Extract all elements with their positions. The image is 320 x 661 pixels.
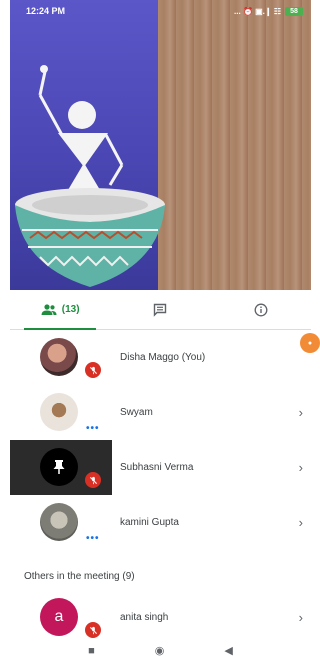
participant-row[interactable]: Subhasni Verma › — [10, 440, 311, 495]
chat-icon — [154, 303, 167, 317]
avatar: a — [40, 598, 78, 636]
participant-name: kamini Gupta — [120, 517, 179, 528]
video-door — [158, 0, 311, 290]
participant-row[interactable]: Disha Maggo (You) — [10, 330, 311, 385]
speaking-indicator: ••• — [86, 533, 100, 544]
self-video-preview — [10, 0, 311, 290]
system-nav-bar: ■ ◉ ◀ — [10, 640, 311, 661]
back-button[interactable]: ◀ — [224, 644, 232, 657]
info-icon — [254, 303, 268, 316]
speaking-indicator: ••• — [86, 423, 100, 434]
participant-row[interactable]: ••• kamini Gupta › — [10, 495, 311, 550]
tab-info[interactable] — [211, 290, 311, 329]
status-time: 12:24 PM — [26, 6, 66, 16]
meeting-tabs: (13) — [10, 290, 311, 330]
people-icon — [41, 303, 57, 315]
participant-name: Disha Maggo (You) — [120, 352, 206, 363]
pin-icon — [53, 460, 65, 474]
recents-button[interactable]: ■ — [88, 645, 95, 657]
mic-off-icon — [85, 622, 101, 638]
avatar — [40, 338, 78, 376]
warli-drum-art — [15, 65, 165, 287]
status-icons: ... ⏰ ▣.❙ ☷ 58 — [234, 6, 303, 16]
chevron-right-icon[interactable]: › — [299, 460, 303, 475]
people-count: (13) — [61, 304, 80, 315]
chevron-right-icon[interactable]: › — [299, 515, 303, 530]
participant-row[interactable]: ••• Swyam › — [10, 385, 311, 440]
participant-name: anita singh — [120, 612, 169, 623]
chevron-right-icon[interactable]: › — [299, 405, 303, 420]
avatar-initial: a — [54, 608, 64, 625]
status-indicators: ... ⏰ ▣.❙ ☷ — [234, 6, 281, 16]
home-button[interactable]: ◉ — [155, 644, 165, 657]
battery-icon: 58 — [285, 6, 303, 16]
participant-row[interactable]: a anita singh › — [10, 590, 311, 645]
others-list: a anita singh › — [10, 590, 311, 645]
avatar — [40, 448, 78, 486]
chevron-right-icon[interactable]: › — [299, 610, 303, 625]
others-section-title: Others in the meeting (9) — [24, 570, 135, 582]
mic-off-icon — [85, 362, 101, 378]
participant-name: Swyam — [120, 407, 153, 418]
avatar — [40, 393, 78, 431]
mic-off-icon — [85, 472, 101, 488]
tab-people[interactable]: (13) — [10, 290, 110, 330]
status-bar: 12:24 PM ... ⏰ ▣.❙ ☷ 58 — [10, 0, 311, 22]
tab-chat[interactable] — [110, 290, 210, 329]
avatar — [40, 503, 78, 541]
participant-list: Disha Maggo (You) ••• Swyam › Subhasni V… — [10, 330, 311, 550]
participant-name: Subhasni Verma — [120, 462, 194, 473]
